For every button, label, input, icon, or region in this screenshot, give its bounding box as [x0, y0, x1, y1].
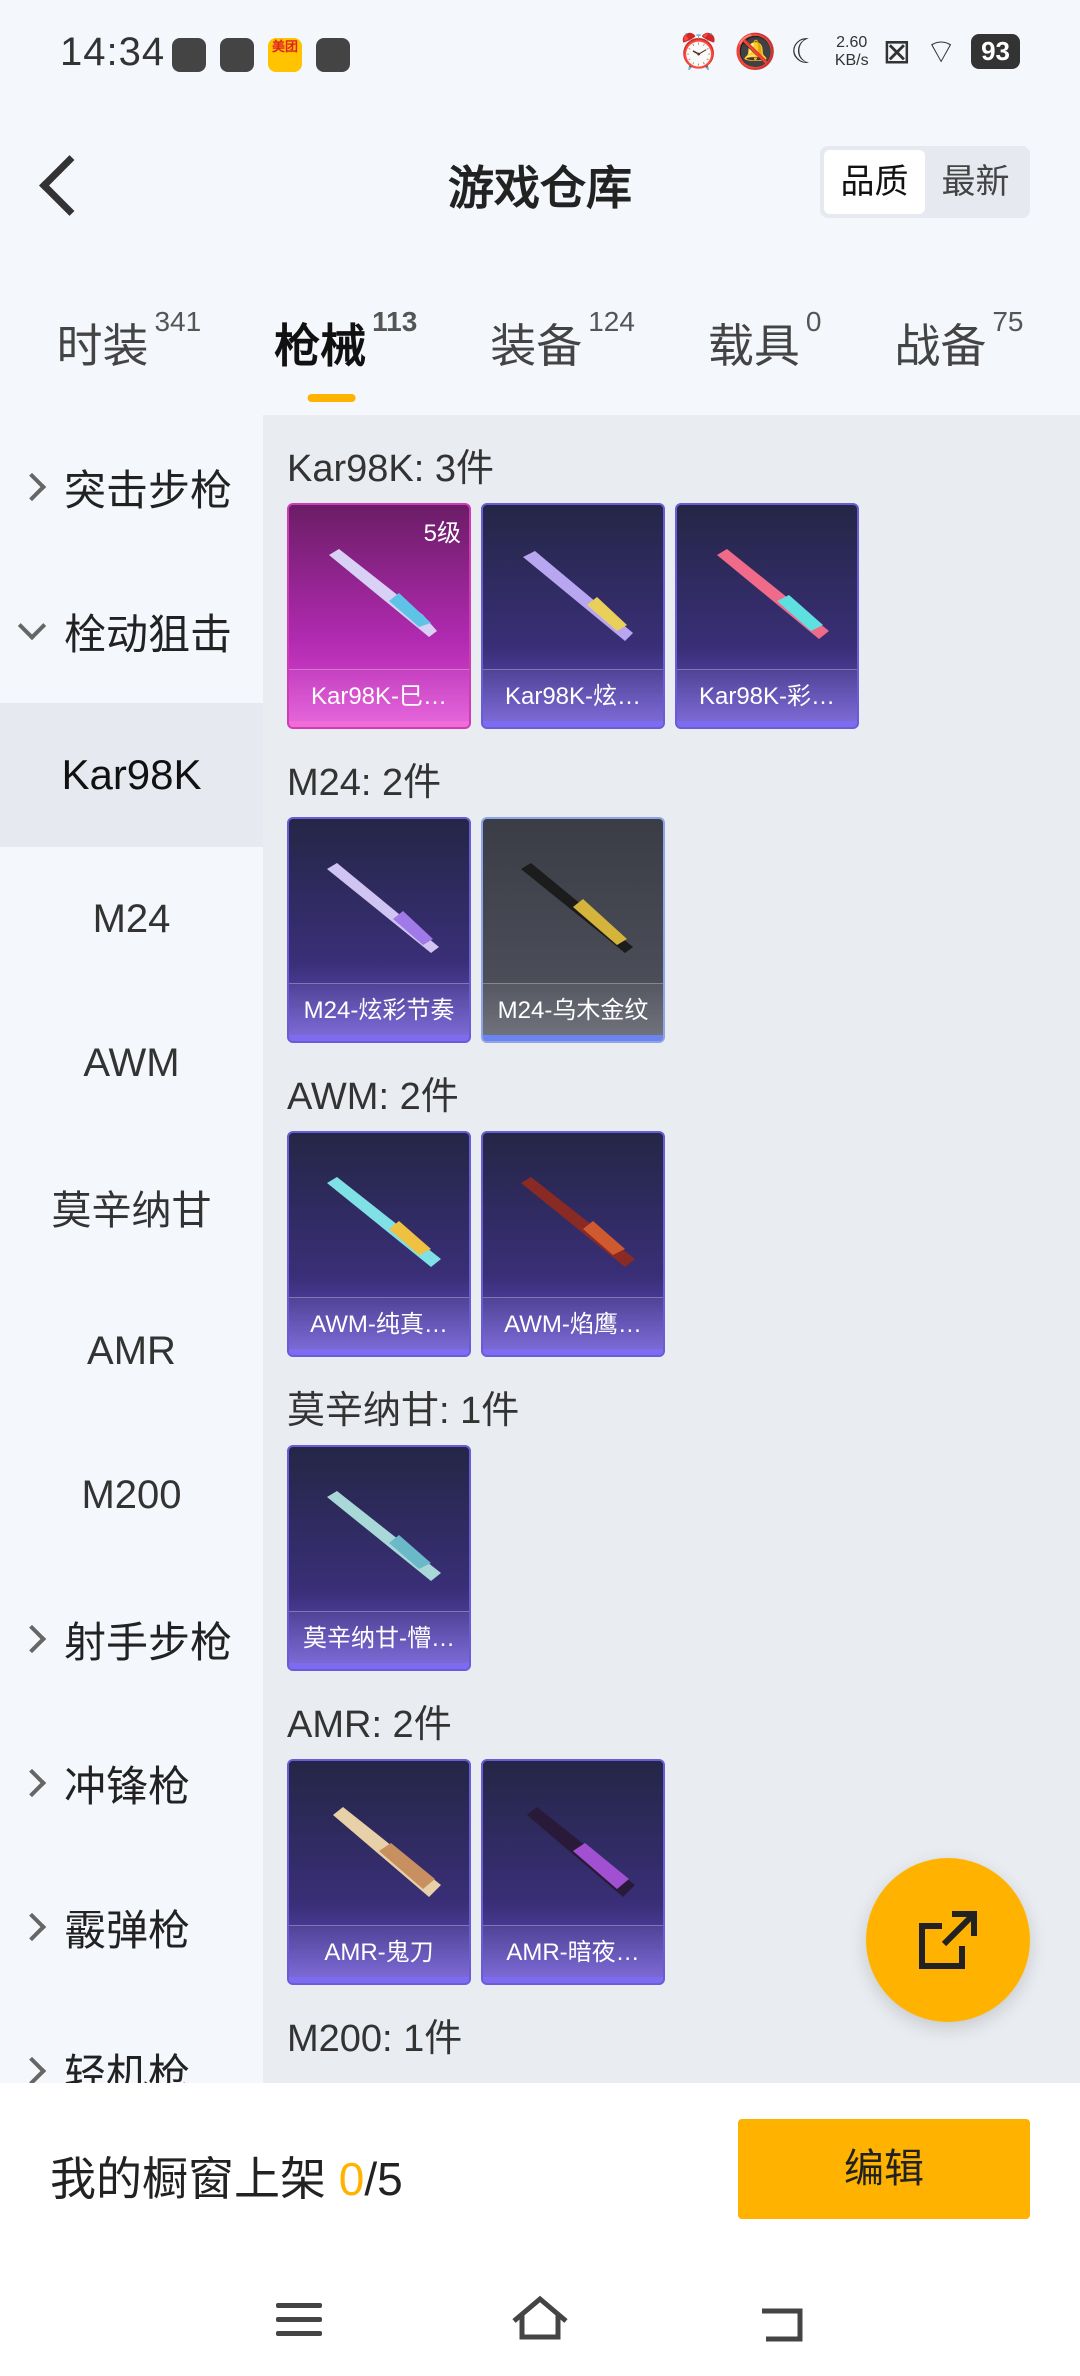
rifle-icon — [333, 1807, 441, 1897]
tab-guns[interactable]: 枪械 113 — [274, 300, 417, 410]
item-card[interactable]: AWM-焰鹰… — [481, 1131, 665, 1357]
rifle-icon — [327, 1491, 441, 1581]
chevron-down-icon — [17, 611, 47, 641]
chevron-right-icon — [17, 1624, 47, 1654]
bottom-bar: 我的橱窗上架 0/5 编辑 — [0, 2083, 1080, 2263]
sidebar-category-assault-rifle[interactable]: 突击步枪 — [0, 415, 263, 559]
rifle-icon — [717, 549, 829, 639]
group-title: 莫辛纳甘: 1件 — [287, 1390, 520, 1432]
chevron-right-icon — [17, 1912, 47, 1942]
item-name: AWM-纯真… — [289, 1297, 469, 1355]
rifle-icon — [521, 1177, 635, 1267]
sidebar-item-mosin[interactable]: 莫辛纳甘 — [0, 1135, 263, 1279]
item-card[interactable]: 莫辛纳甘-懵… — [287, 1445, 471, 1671]
rifle-icon — [523, 551, 633, 641]
group-m24: M24: 2件 M24-炫彩节奏 M24-乌木金纹 — [287, 753, 1080, 1043]
group-kar98k: Kar98K: 3件 5级 Kar98K-巳… Kar98K-炫… Kar98K… — [287, 439, 1080, 729]
moon-icon: ☾ — [790, 32, 821, 71]
back-nav-icon[interactable] — [756, 2303, 806, 2343]
alarm-icon: ⏰ — [677, 32, 720, 71]
tab-vehicles[interactable]: 载具 0 — [708, 300, 822, 410]
category-tabs: 时装 341 枪械 113 装备 124 载具 0 战备 75 — [0, 300, 1080, 410]
item-name: Kar98K-彩… — [677, 669, 857, 727]
chevron-right-icon — [17, 1768, 47, 1798]
item-card[interactable]: M24-炫彩节奏 — [287, 817, 471, 1043]
sidebar-category-lmg[interactable]: 轻机枪 — [0, 1999, 263, 2083]
level-badge: 5级 — [423, 520, 461, 547]
home-icon[interactable] — [510, 2293, 570, 2343]
sidebar-category-marksman-rifle[interactable]: 射手步枪 — [0, 1567, 263, 1711]
rifle-icon — [521, 863, 633, 953]
tab-fashion[interactable]: 时装 341 — [56, 300, 201, 410]
rifle-icon — [327, 1177, 441, 1267]
group-title: Kar98K: 3件 — [287, 448, 494, 490]
mute-icon: 🔕 — [733, 32, 777, 71]
sort-quality-button[interactable]: 品质 — [824, 150, 925, 214]
item-card[interactable]: Kar98K-彩… — [675, 503, 859, 729]
status-time: 14:34 — [60, 30, 166, 74]
item-name: AMR-鬼刀 — [289, 1925, 469, 1983]
item-card[interactable]: AMR-鬼刀 — [287, 1759, 471, 1985]
system-nav-bar — [0, 2263, 1080, 2376]
group-mosin: 莫辛纳甘: 1件 莫辛纳甘-懵… — [287, 1381, 1080, 1671]
item-card[interactable]: 5级 Kar98K-巳… — [287, 503, 471, 729]
net-speed: 2.60 KB/s — [834, 33, 869, 69]
item-name: 莫辛纳甘-懵… — [289, 1611, 469, 1669]
item-name: AWM-焰鹰… — [483, 1297, 663, 1355]
tab-equipment[interactable]: 装备 124 — [490, 300, 635, 410]
tab-supplies[interactable]: 战备 75 — [894, 300, 1023, 410]
item-name: M24-炫彩节奏 — [289, 983, 469, 1041]
sidebar-item-m24[interactable]: M24 — [0, 847, 263, 991]
status-right-icons: ⏰ 🔕 ☾ 2.60 KB/s ⊠ ⌔ 93 — [678, 30, 1020, 73]
header: 游戏仓库 品质 最新 — [0, 100, 1080, 270]
share-icon — [919, 1911, 977, 1969]
settings-icon — [172, 38, 206, 72]
sidebar-category-shotgun[interactable]: 霰弹枪 — [0, 1855, 263, 1999]
bag-icon — [316, 38, 350, 72]
wifi-icon: ⌔ — [925, 33, 958, 71]
item-card[interactable]: AWM-纯真… — [287, 1131, 471, 1357]
sidebar-item-m200[interactable]: M200 — [0, 1423, 263, 1567]
sidebar-category-smg[interactable]: 冲锋枪 — [0, 1711, 263, 1855]
item-card[interactable]: AMR-暗夜… — [481, 1759, 665, 1985]
meituan-icon: 美团 — [268, 38, 302, 72]
chevron-right-icon — [17, 2056, 47, 2083]
sidebar-item-amr[interactable]: AMR — [0, 1279, 263, 1423]
sidebar-category-bolt-sniper[interactable]: 栓动狙击 — [0, 559, 263, 703]
sim-icon: ⊠ — [882, 32, 912, 71]
group-title: M24: 2件 — [287, 762, 442, 804]
item-list: Kar98K: 3件 5级 Kar98K-巳… Kar98K-炫… Kar98K… — [263, 415, 1080, 2083]
rifle-icon — [527, 1807, 635, 1897]
sort-latest-button[interactable]: 最新 — [925, 150, 1026, 214]
sidebar-item-kar98k[interactable]: Kar98K — [0, 703, 263, 847]
item-name: Kar98K-巳… — [289, 669, 469, 727]
edit-button[interactable]: 编辑 — [738, 2119, 1030, 2219]
item-name: Kar98K-炫… — [483, 669, 663, 727]
item-name: M24-乌木金纹 — [483, 983, 663, 1041]
menu-icon[interactable] — [276, 2303, 322, 2337]
item-card[interactable]: Kar98K-炫… — [481, 503, 665, 729]
battery-icon: 93 — [971, 34, 1020, 69]
share-button[interactable] — [866, 1858, 1030, 2022]
chevron-right-icon — [17, 472, 47, 502]
item-card[interactable]: M24-乌木金纹 — [481, 817, 665, 1043]
status-bar: 14:34 美团 ⏰ 🔕 ☾ 2.60 KB/s ⊠ ⌔ 93 — [0, 0, 1080, 100]
sidebar-item-awm[interactable]: AWM — [0, 991, 263, 1135]
group-awm: AWM: 2件 AWM-纯真… AWM-焰鹰… — [287, 1067, 1080, 1357]
showcase-status: 我的橱窗上架 0/5 — [50, 2153, 403, 2205]
weapon-sidebar: 突击步枪 栓动狙击 Kar98K M24 AWM 莫辛纳甘 AMR M200 射… — [0, 415, 263, 2083]
group-title: AMR: 2件 — [287, 1704, 452, 1746]
item-name: AMR-暗夜… — [483, 1925, 663, 1983]
rifle-icon — [329, 549, 437, 637]
group-title: AWM: 2件 — [287, 1076, 459, 1118]
sort-toggle: 品质 最新 — [820, 146, 1030, 218]
status-left-icons: 美团 — [172, 38, 350, 72]
rifle-icon — [327, 863, 439, 953]
tablet-icon — [220, 38, 254, 72]
